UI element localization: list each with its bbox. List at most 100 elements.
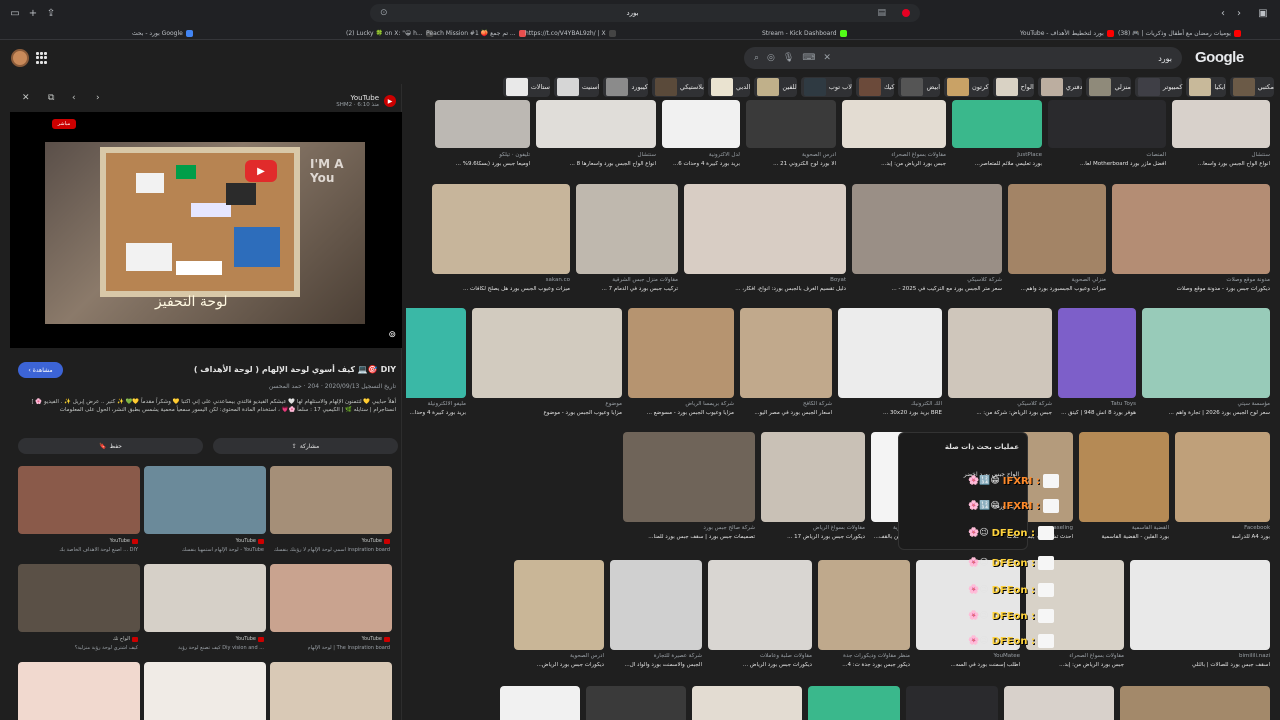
new-tab-icon[interactable]: + xyxy=(24,4,42,22)
browser-tab[interactable]: Peach Mission #1 🍑 تم جمع ... xyxy=(426,27,526,39)
related-title[interactable]: كيف تصنع لوحة رؤية Diy vision and ... xyxy=(178,645,264,651)
save-button[interactable]: 🔖 حفظ xyxy=(18,438,203,454)
image-result[interactable] xyxy=(514,560,604,650)
address-bar[interactable]: ⊙ بورد ▤ xyxy=(370,4,920,22)
image-result[interactable] xyxy=(472,308,622,398)
browser-tab[interactable]: (38) 🎮 | يوميات رمضان مع أطفال وذكريات xyxy=(1118,27,1241,39)
image-source[interactable]: موضوع xyxy=(472,401,622,407)
image-source[interactable]: Boyat xyxy=(684,277,846,283)
image-result[interactable] xyxy=(761,432,865,522)
google-logo[interactable]: Google xyxy=(1195,49,1244,66)
image-source[interactable]: YouMatee xyxy=(916,653,1020,659)
image-result[interactable] xyxy=(740,308,832,398)
video-title[interactable]: كيف أسوي لوحة الإلهام ( لوحة الأهداف ) 💻… xyxy=(194,365,396,374)
site-info-icon[interactable]: ⊙ xyxy=(380,8,388,18)
image-source[interactable]: ادرس الصحوية xyxy=(746,152,836,158)
share-icon[interactable]: ⇪ xyxy=(42,4,60,22)
related-thumbnail[interactable] xyxy=(270,466,392,534)
image-title[interactable]: انواع الواح الجبس بورد واسعا... xyxy=(1172,161,1270,167)
image-title[interactable]: سعر متر الجبس بورد مع التركيب في 2025 - … xyxy=(852,286,1002,292)
image-title[interactable]: سعر لوح الجبس بورد 2026 | تجارة واهم ... xyxy=(1142,410,1270,416)
browser-tab[interactable]: Stream - Kick Dashboard xyxy=(762,27,847,39)
keyboard-icon[interactable]: ⌨ xyxy=(802,53,815,63)
image-title[interactable]: ديكورات جبس بورد الرياض ... xyxy=(708,662,812,668)
image-title[interactable]: اطلب إسمنت بورد في السه... xyxy=(916,662,1021,668)
browser-tab[interactable]: https://t.co/V4YBAL9zh/ | X xyxy=(525,27,616,39)
image-title[interactable]: مزايا وعيوب الجبس بورد - موضوع xyxy=(472,410,622,416)
image-source[interactable]: المنصات xyxy=(1048,152,1166,158)
image-source[interactable]: شركة كلاسيكي xyxy=(852,277,1002,283)
image-title[interactable]: انواع الواح الجبس بورد واسعارها 8 ... xyxy=(536,161,656,167)
image-result[interactable] xyxy=(1008,184,1106,274)
filter-chip[interactable]: كمبيوتر xyxy=(1134,77,1183,97)
image-result[interactable] xyxy=(1004,686,1114,720)
image-result[interactable] xyxy=(1120,686,1270,720)
image-title[interactable]: جبس بورد الرياض من: إبد... xyxy=(842,161,946,167)
related-title[interactable]: لوحة الإلهام | The Inspiration board xyxy=(308,645,390,651)
image-source[interactable]: شركة كلاسيكي xyxy=(948,401,1052,407)
image-result[interactable] xyxy=(708,560,812,650)
filter-chip[interactable]: ستالات xyxy=(502,77,550,97)
image-source[interactable]: سنتشال xyxy=(1172,152,1270,158)
open-window-icon[interactable]: ⧉ xyxy=(48,93,54,103)
image-title[interactable]: ميزات وعيوب الجبسبورد بورد وأهم... xyxy=(1008,286,1106,292)
image-result[interactable] xyxy=(1175,432,1270,522)
image-title[interactable]: بريد بورد كبيرة 4 وحدات 6... xyxy=(662,161,740,167)
image-result[interactable] xyxy=(1142,308,1270,398)
image-source[interactable]: Tatu Toys xyxy=(1058,401,1136,407)
image-source[interactable]: sakan.co xyxy=(432,277,570,283)
image-title[interactable]: تصميمات جبس بورد | سقف جبس بورد للمنا... xyxy=(623,534,755,540)
image-source[interactable]: الك الكترونيك xyxy=(838,401,942,407)
filter-chip[interactable]: دفتري xyxy=(1037,77,1083,97)
image-result[interactable] xyxy=(948,308,1052,398)
image-title[interactable]: BRE بريد بورد 30x20 ... xyxy=(838,410,942,416)
related-video-card[interactable]: YouTube لوحة الإلهام | The Inspiration bo… xyxy=(270,564,392,658)
image-title[interactable]: الجبس والاسمنت بورد والواد ال... xyxy=(610,662,702,668)
image-title[interactable]: أسعار الجبس بورد في مصر اليو... xyxy=(740,410,832,416)
image-result[interactable] xyxy=(1172,100,1270,148)
image-result[interactable] xyxy=(536,100,656,148)
image-source[interactable]: مقاولات صلبة وعاملات xyxy=(708,653,812,659)
image-source[interactable]: مقاولات بسواغ الرياض xyxy=(761,525,865,531)
image-source[interactable]: القضية القاسمية xyxy=(1079,525,1169,531)
filter-chip[interactable]: ايكيا xyxy=(1186,77,1226,97)
related-thumbnail[interactable] xyxy=(18,662,140,720)
related-video-card[interactable]: YouTube لوحة الإلهام استمهيا بنفسك - YouT… xyxy=(144,466,266,560)
image-result[interactable] xyxy=(610,560,702,650)
browser-tab[interactable]: بورد - بحث Google xyxy=(132,27,193,39)
apps-grid-icon[interactable] xyxy=(36,52,48,64)
image-source[interactable]: لدل الاكترونية xyxy=(662,152,740,158)
related-thumbnail[interactable] xyxy=(144,466,266,534)
related-thumbnail[interactable] xyxy=(144,564,266,632)
image-result[interactable] xyxy=(662,100,740,148)
image-result[interactable] xyxy=(432,184,570,274)
image-result[interactable] xyxy=(1048,100,1166,148)
related-video-card[interactable]: YouTube اصنع لوحة الأهداف الخاصة بك ... D… xyxy=(18,466,140,560)
search-icon[interactable]: ⌕ xyxy=(754,53,759,63)
image-result[interactable] xyxy=(684,184,846,274)
search-box[interactable]: ⌕ ◎ 🎙 ⌨ ✕ بورد xyxy=(744,47,1182,69)
image-source[interactable]: منزلي الصحوية xyxy=(1008,277,1107,283)
image-source[interactable]: شركة عصيرة للتجارة xyxy=(610,653,702,659)
image-source[interactable]: ادرس الصحوية xyxy=(514,653,604,659)
filter-chip[interactable]: مكتبي xyxy=(1229,77,1274,97)
image-result[interactable] xyxy=(586,686,686,720)
filter-chip[interactable]: كرتون xyxy=(944,77,989,97)
image-title[interactable]: بريد بورد كبيرة 4 وحدا... xyxy=(406,410,466,416)
image-source[interactable]: مليفو الالكترونيلة xyxy=(406,401,467,407)
browser-tab[interactable]: YouTube - بورد لتخطيط الأهداف xyxy=(1020,27,1114,39)
image-result[interactable] xyxy=(838,308,942,398)
related-title[interactable]: اصنع لوحة الأهداف الخاصة بك ... DIY xyxy=(59,547,138,553)
image-source[interactable]: تليفون · تيلكو xyxy=(435,152,530,158)
share-button[interactable]: ⇪ مشاركة xyxy=(213,438,398,454)
related-thumbnail[interactable] xyxy=(18,564,140,632)
filter-chip[interactable]: ابيض xyxy=(898,77,941,97)
chevron-left-icon[interactable]: ‹ xyxy=(72,93,76,103)
image-result[interactable] xyxy=(746,100,836,148)
related-title[interactable]: اسمي لوحة الإلهام لا رؤيتك بنفسك inspira… xyxy=(274,547,390,553)
image-title[interactable]: جبس بورد الرياض من: إبد... xyxy=(1026,662,1124,668)
preview-source[interactable]: YouTube SHM2 · منذ 6:10 ▶ xyxy=(336,94,396,108)
lens-search-icon[interactable]: ⊚ xyxy=(388,330,396,340)
image-result[interactable] xyxy=(500,686,580,720)
image-result[interactable] xyxy=(906,686,998,720)
